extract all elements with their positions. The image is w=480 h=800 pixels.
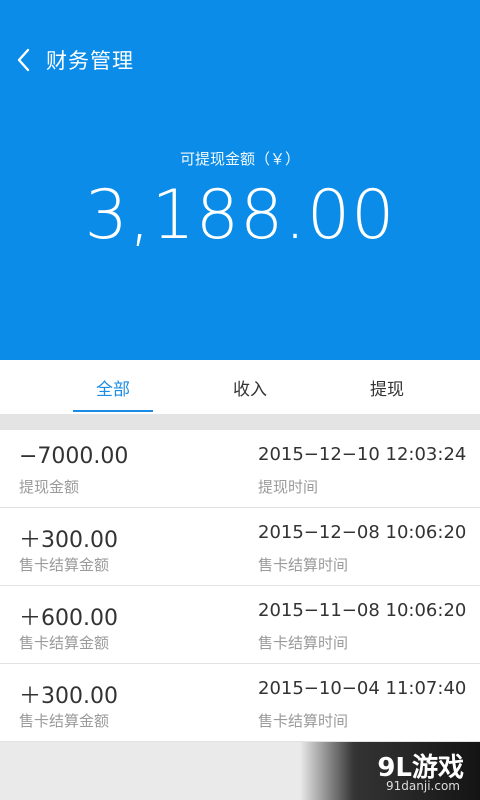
balance-amount: 3,188.00: [84, 176, 396, 255]
tab-income-label: 收入: [233, 379, 267, 400]
tab-all-label: 全部: [96, 379, 130, 400]
chevron-left-icon: [17, 48, 30, 72]
record-amount: ＋300.00: [19, 684, 118, 709]
back-button[interactable]: [2, 36, 46, 84]
filter-tabs: 全部 收入 提现: [0, 360, 480, 414]
record-amount: ＋600.00: [19, 606, 118, 631]
list-item[interactable]: ＋600.00 售卡结算金额 2015−11−08 10:06:20 售卡结算时…: [0, 586, 480, 664]
record-time-label: 售卡结算时间: [258, 712, 349, 730]
records-list: −7000.00 提现金额 2015−12−10 12:03:24 提现时间 ＋…: [0, 430, 480, 742]
record-time: 2015−10−04 11:07:40: [258, 678, 467, 699]
watermark-url: 91danji.com: [386, 779, 460, 793]
record-amount-label: 售卡结算金额: [19, 634, 110, 652]
record-amount-label: 售卡结算金额: [19, 556, 110, 574]
section-divider: [0, 414, 480, 430]
list-item[interactable]: −7000.00 提现金额 2015−12−10 12:03:24 提现时间: [0, 430, 480, 508]
list-item[interactable]: ＋300.00 售卡结算金额 2015−12−08 10:06:20 售卡结算时…: [0, 508, 480, 586]
record-time: 2015−12−08 10:06:20: [258, 522, 467, 543]
record-time-label: 售卡结算时间: [258, 634, 349, 652]
top-bar: 财务管理: [0, 36, 480, 84]
tab-withdraw-label: 提现: [370, 379, 404, 400]
list-item[interactable]: ＋300.00 售卡结算金额 2015−10−04 11:07:40 售卡结算时…: [0, 664, 480, 742]
tab-income[interactable]: 收入: [210, 360, 290, 414]
record-amount: ＋300.00: [19, 528, 118, 553]
tab-all[interactable]: 全部: [73, 360, 153, 414]
page-title: 财务管理: [46, 49, 134, 73]
record-time: 2015−11−08 10:06:20: [258, 600, 467, 621]
balance-header: 财务管理 可提现金额（￥） 3,188.00: [0, 0, 480, 360]
tab-withdraw[interactable]: 提现: [347, 360, 427, 414]
record-amount-label: 提现金额: [19, 478, 80, 496]
record-time: 2015−12−10 12:03:24: [258, 444, 467, 465]
record-time-label: 售卡结算时间: [258, 556, 349, 574]
record-amount: −7000.00: [19, 444, 129, 469]
record-time-label: 提现时间: [258, 478, 319, 496]
active-tab-indicator: [73, 410, 153, 412]
record-amount-label: 售卡结算金额: [19, 712, 110, 730]
balance-label: 可提现金额（￥）: [179, 150, 300, 168]
